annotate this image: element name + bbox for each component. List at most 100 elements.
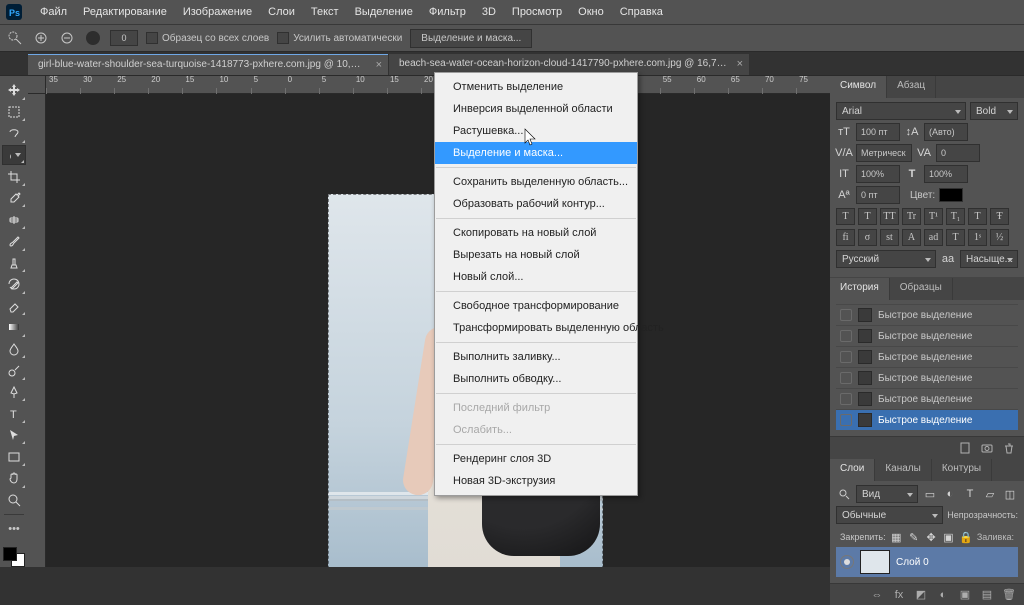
menu-текст[interactable]: Текст — [303, 2, 347, 22]
close-tab-icon[interactable]: × — [376, 59, 382, 71]
brush-preview-icon[interactable] — [84, 29, 102, 47]
filter-type-icon[interactable]: T — [962, 486, 978, 502]
opentype-feature-button[interactable]: A — [902, 229, 921, 246]
shape-tool[interactable] — [2, 446, 26, 467]
context-menu-item[interactable]: Образовать рабочий контур... — [435, 193, 637, 215]
menu-выделение[interactable]: Выделение — [347, 2, 421, 22]
type-style-button[interactable]: T₁ — [946, 208, 965, 225]
context-menu-item[interactable]: Новый слой... — [435, 266, 637, 288]
context-menu-item[interactable]: Сохранить выделенную область... — [435, 171, 637, 193]
path-select-tool[interactable] — [2, 425, 26, 446]
tracking-field[interactable]: 0 — [936, 144, 980, 162]
font-family-select[interactable]: Arial — [836, 102, 966, 120]
opentype-feature-button[interactable]: σ — [858, 229, 877, 246]
filter-shape-icon[interactable]: ▱ — [982, 486, 998, 502]
hscale-field[interactable]: 100% — [924, 165, 968, 183]
lock-position-icon[interactable]: ✥ — [924, 529, 937, 545]
opentype-feature-button[interactable]: ad — [924, 229, 943, 246]
zoom-tool[interactable] — [2, 490, 26, 511]
lock-pixels-icon[interactable]: ▦ — [890, 529, 903, 545]
type-tool[interactable]: T — [2, 403, 26, 424]
menu-редактирование[interactable]: Редактирование — [75, 2, 175, 22]
kerning-field[interactable]: Метрическ — [856, 144, 912, 162]
context-menu-item[interactable]: Выполнить обводку... — [435, 368, 637, 390]
eyedropper-tool[interactable] — [2, 188, 26, 209]
font-weight-select[interactable]: Bold — [970, 102, 1018, 120]
context-menu-item[interactable]: Свободное трансформирование — [435, 295, 637, 317]
history-item[interactable]: Быстрое выделение — [836, 388, 1018, 409]
type-style-button[interactable]: T — [968, 208, 987, 225]
tab-swatches[interactable]: Образцы — [890, 278, 953, 300]
opentype-feature-button[interactable]: T — [946, 229, 965, 246]
type-style-button[interactable]: Ŧ — [990, 208, 1009, 225]
edit-toolbar[interactable]: ••• — [2, 519, 26, 540]
context-menu-item[interactable]: Отменить выделение — [435, 76, 637, 98]
tab-paths[interactable]: Контуры — [932, 459, 992, 481]
new-layer-icon[interactable]: ▤ — [980, 588, 994, 602]
marquee-tool[interactable] — [2, 102, 26, 123]
auto-enhance-checkbox[interactable]: Усилить автоматически — [277, 32, 402, 44]
language-select[interactable]: Русский — [836, 250, 936, 268]
leading-field[interactable]: (Авто) — [924, 123, 968, 141]
brush-size-stepper[interactable]: 0 — [110, 30, 138, 46]
lock-artboard-icon[interactable]: ▣ — [942, 529, 955, 545]
blur-tool[interactable] — [2, 339, 26, 360]
type-style-button[interactable]: TT — [880, 208, 899, 225]
context-menu-item[interactable]: Инверсия выделенной области — [435, 98, 637, 120]
move-tool[interactable] — [2, 80, 26, 101]
tab-layers[interactable]: Слои — [830, 459, 875, 481]
gradient-tool[interactable] — [2, 317, 26, 338]
filter-smart-icon[interactable]: ◫ — [1002, 486, 1018, 502]
type-style-button[interactable]: T — [858, 208, 877, 225]
brush-tool[interactable] — [2, 231, 26, 252]
opentype-feature-button[interactable]: st — [880, 229, 899, 246]
layer-row[interactable]: Слой 0 — [836, 547, 1018, 577]
context-menu-item[interactable]: Скопировать на новый слой — [435, 222, 637, 244]
menu-окно[interactable]: Окно — [570, 2, 612, 22]
history-item[interactable]: Быстрое выделение — [836, 367, 1018, 388]
close-tab-icon[interactable]: × — [737, 58, 743, 70]
layer-fx-icon[interactable]: fx — [892, 588, 906, 602]
delete-layer-icon[interactable]: 🗑 — [1002, 588, 1016, 602]
menu-изображение[interactable]: Изображение — [175, 2, 260, 22]
history-item[interactable]: Быстрое выделение — [836, 409, 1018, 430]
menu-файл[interactable]: Файл — [32, 2, 75, 22]
opentype-feature-button[interactable]: 1ˢ — [968, 229, 987, 246]
history-brush-tool[interactable] — [2, 274, 26, 295]
baseline-field[interactable]: 0 пт — [856, 186, 900, 204]
tab-character[interactable]: Символ — [830, 76, 887, 98]
tab-channels[interactable]: Каналы — [875, 459, 932, 481]
adjustment-layer-icon[interactable]: ◐ — [936, 588, 950, 602]
layer-filter-select[interactable]: Вид — [856, 485, 918, 503]
blend-mode-select[interactable]: Обычные — [836, 506, 943, 524]
hand-tool[interactable] — [2, 468, 26, 489]
layer-mask-icon[interactable]: ◩ — [914, 588, 928, 602]
context-menu-item[interactable]: Трансформировать выделенную область — [435, 317, 637, 339]
tab-paragraph[interactable]: Абзац — [887, 76, 936, 98]
color-swatch[interactable] — [3, 547, 25, 568]
vscale-field[interactable]: 100% — [856, 165, 900, 183]
trash-icon[interactable] — [1002, 441, 1016, 455]
context-menu-item[interactable]: Новая 3D-экструзия — [435, 470, 637, 492]
document-tab[interactable]: girl-blue-water-shoulder-sea-turquoise-1… — [28, 54, 388, 75]
eraser-tool[interactable] — [2, 296, 26, 317]
stamp-tool[interactable] — [2, 253, 26, 274]
sample-all-layers-checkbox[interactable]: Образец со всех слоев — [146, 32, 269, 44]
canvas-area[interactable]: 3530252015105051015202530354045505560657… — [28, 76, 830, 567]
subtract-from-selection-icon[interactable] — [58, 29, 76, 47]
menu-фильтр[interactable]: Фильтр — [421, 2, 474, 22]
context-menu-item[interactable]: Рендеринг слоя 3D — [435, 448, 637, 470]
create-document-icon[interactable] — [958, 441, 972, 455]
tab-history[interactable]: История — [830, 278, 890, 300]
crop-tool[interactable] — [2, 166, 26, 187]
opentype-feature-button[interactable]: ½ — [990, 229, 1009, 246]
font-size-field[interactable]: 100 пт — [856, 123, 900, 141]
antialias-select[interactable]: Насыще... — [960, 250, 1018, 268]
history-item[interactable]: Быстрое выделение — [836, 304, 1018, 325]
type-style-button[interactable]: T — [836, 208, 855, 225]
menu-слои[interactable]: Слои — [260, 2, 303, 22]
type-style-button[interactable]: T¹ — [924, 208, 943, 225]
lock-brush-icon[interactable]: ✎ — [907, 529, 920, 545]
dodge-tool[interactable] — [2, 360, 26, 381]
link-layers-icon[interactable]: ⇔ — [870, 588, 884, 602]
